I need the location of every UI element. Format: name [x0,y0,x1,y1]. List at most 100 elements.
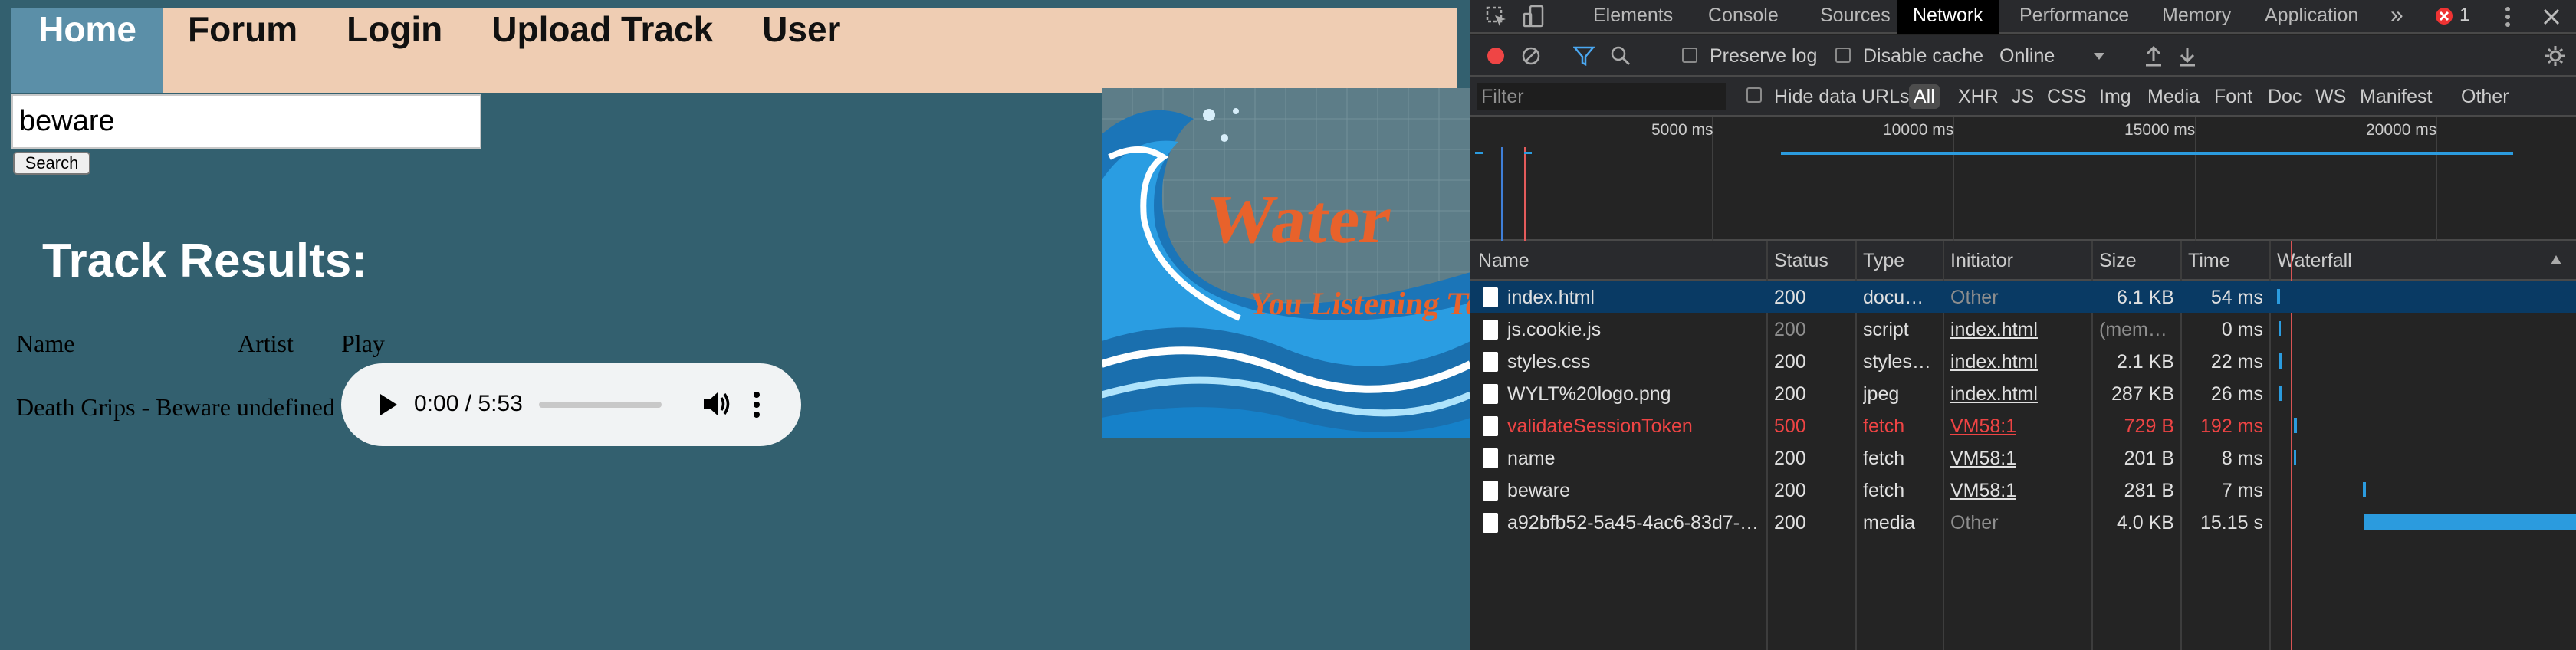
network-overview-timeline[interactable]: 5000 ms 10000 ms 15000 ms 20000 ms [1470,117,2576,241]
more-tabs-icon[interactable]: » [2390,0,2404,34]
chevron-down-icon[interactable] [2093,52,2105,61]
import-har-icon[interactable] [2144,44,2164,67]
request-time: 8 ms [2221,448,2263,469]
fetch-file-icon [1483,448,1498,468]
column-header-type[interactable]: Type [1863,250,1904,272]
audio-seek-slider[interactable] [539,402,662,408]
nav-forum[interactable]: Forum [163,8,322,93]
request-initiator[interactable]: index.html [1950,319,2038,341]
settings-gear-icon[interactable] [2544,44,2567,67]
overview-tick-20000: 20000 ms [2366,121,2437,139]
filter-type-other[interactable]: Other [2461,84,2509,109]
play-icon[interactable] [372,389,402,420]
clear-icon[interactable] [1521,46,1541,66]
preserve-log-checkbox[interactable] [1682,48,1697,63]
request-status: 200 [1774,383,1806,405]
request-row[interactable]: styles.css 200 styles… index.html 2.1 KB… [1470,345,2576,377]
volume-icon[interactable] [700,388,732,420]
filter-type-media[interactable]: Media [2147,84,2200,109]
filter-type-img[interactable]: Img [2099,84,2131,109]
disable-cache-label: Disable cache [1863,45,1984,67]
filter-input[interactable]: Filter [1477,83,1726,110]
column-header-time[interactable]: Time [2188,250,2230,272]
tab-elements[interactable]: Elements [1593,0,1673,34]
search-button[interactable]: Search [13,152,90,175]
error-icon[interactable] [2435,7,2453,25]
request-row[interactable]: a92bfb52-5a45-4ac6-83d7-… 200 media Othe… [1470,506,2576,538]
request-initiator[interactable]: VM58:1 [1950,448,2016,470]
request-time: 192 ms [2200,415,2263,437]
request-type: script [1863,319,1909,340]
tab-memory[interactable]: Memory [2162,0,2231,34]
fetch-file-icon [1483,416,1498,436]
filter-type-js[interactable]: JS [2012,84,2034,109]
disable-cache-checkbox[interactable] [1835,48,1851,63]
filter-type-xhr[interactable]: XHR [1958,84,1999,109]
column-header-name[interactable]: Name [1478,250,1530,272]
column-header-size[interactable]: Size [2099,250,2137,272]
tab-network[interactable]: Network [1898,0,1999,34]
tab-application[interactable]: Application [2265,0,2358,34]
nav-home[interactable]: Home [12,8,163,93]
more-options-icon[interactable] [751,389,762,420]
hide-data-urls-checkbox[interactable] [1746,87,1762,103]
track-artist: undefined [236,393,335,421]
request-initiator[interactable]: VM58:1 [1950,415,2016,438]
error-count[interactable]: 1 [2459,0,2469,31]
request-row[interactable]: WYLT%20logo.png 200 jpeg index.html 287 … [1470,377,2576,409]
request-status: 200 [1774,480,1806,501]
waterfall-bar [2277,289,2280,304]
request-status: 500 [1774,415,1806,437]
filter-type-css[interactable]: CSS [2047,84,2086,109]
request-row[interactable]: validateSessionToken 500 fetch VM58:1 72… [1470,409,2576,442]
tab-performance[interactable]: Performance [2019,0,2129,34]
request-initiator[interactable]: index.html [1950,383,2038,405]
document-icon [1483,287,1498,307]
request-type: styles… [1863,351,1931,373]
filter-type-all[interactable]: All [1909,84,1940,109]
waterfall-bar [2294,418,2297,433]
nav-upload-track[interactable]: Upload Track [467,8,738,93]
tab-console[interactable]: Console [1708,0,1779,34]
track-name: Death Grips - Beware [16,393,231,421]
throttling-select[interactable]: Online [1999,45,2055,67]
search-input[interactable]: beware [12,94,481,149]
request-initiator: Other [1950,512,1999,533]
devtools-menu-icon[interactable] [2503,5,2512,29]
request-initiator[interactable]: VM58:1 [1950,480,2016,502]
tab-sources[interactable]: Sources [1820,0,1891,34]
filter-type-font[interactable]: Font [2214,84,2252,109]
request-time: 15.15 s [2200,512,2263,533]
filter-type-ws[interactable]: WS [2315,84,2346,109]
inspect-element-icon[interactable] [1486,6,1507,28]
close-icon[interactable] [2542,7,2561,27]
device-toolbar-icon[interactable] [1523,5,1546,29]
filter-type-doc[interactable]: Doc [2268,84,2302,109]
request-time: 7 ms [2221,480,2263,501]
request-row[interactable]: index.html 200 docu… Other 6.1 KB 54 ms [1470,281,2576,313]
export-har-icon[interactable] [2177,44,2197,67]
preserve-log-label: Preserve log [1710,45,1818,67]
filter-icon[interactable] [1573,46,1595,66]
request-row[interactable]: beware 200 fetch VM58:1 281 B 7 ms [1470,474,2576,506]
sort-ascending-icon[interactable] [2550,254,2562,265]
request-name: name [1507,448,1556,469]
column-header-play: Play [341,330,385,357]
request-size: 281 B [2124,480,2174,501]
column-header-initiator[interactable]: Initiator [1950,250,2013,272]
filter-type-manifest[interactable]: Manifest [2360,84,2432,109]
column-header-status[interactable]: Status [1774,250,1829,272]
nav-user[interactable]: User [738,8,865,93]
request-row[interactable]: name 200 fetch VM58:1 201 B 8 ms [1470,442,2576,474]
search-icon[interactable] [1610,45,1631,67]
request-name: WYLT%20logo.png [1507,383,1671,405]
nav-login[interactable]: Login [322,8,467,93]
script-file-icon [1483,320,1498,340]
results-heading: Track Results: [42,235,367,287]
filter-bar: Filter Hide data URLs All XHR JS CSS Img… [1470,77,2576,117]
request-initiator[interactable]: index.html [1950,351,2038,373]
request-name: validateSessionToken [1507,415,1693,437]
record-icon[interactable] [1486,46,1506,66]
request-status: 200 [1774,448,1806,469]
request-row[interactable]: js.cookie.js 200 script index.html (mem…… [1470,313,2576,345]
